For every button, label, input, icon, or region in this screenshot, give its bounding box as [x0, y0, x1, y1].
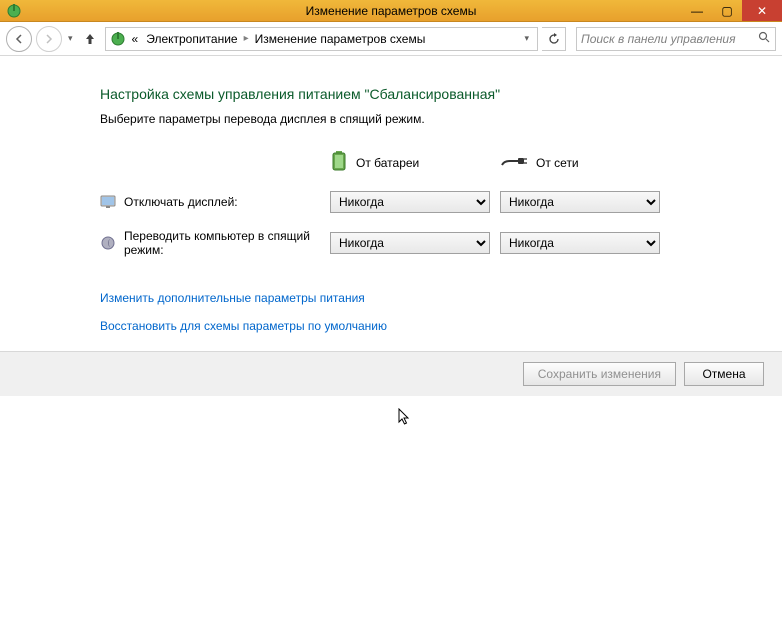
power-options-icon [110, 31, 126, 47]
row-display-off: Отключать дисплей: [100, 194, 320, 210]
column-header-plugged: От сети [500, 154, 660, 171]
column-header-battery-label: От батареи [356, 156, 419, 170]
toolbar: ▾ « Электропитание ▸ Изменение параметро… [0, 22, 782, 56]
search-input[interactable]: Поиск в панели управления [576, 27, 776, 51]
display-off-plugged-select[interactable]: Никогда [500, 191, 660, 213]
power-settings-table: От батареи От сети От [100, 150, 762, 257]
sleep-battery-select[interactable]: Никогда [330, 232, 490, 254]
page-heading: Настройка схемы управления питанием "Сба… [100, 86, 762, 102]
column-header-plugged-label: От сети [536, 156, 579, 170]
minimize-button[interactable]: — [682, 0, 712, 21]
chevron-right-icon: ▸ [244, 33, 249, 44]
nav-up-button[interactable] [79, 28, 101, 50]
sleep-plugged-select[interactable]: Никогда [500, 232, 660, 254]
breadcrumb-item-power[interactable]: Электропитание [144, 32, 239, 46]
app-icon [6, 3, 22, 19]
titlebar: Изменение параметров схемы — ▢ ✕ [0, 0, 782, 22]
save-button[interactable]: Сохранить изменения [523, 362, 676, 386]
breadcrumb-dropdown-icon[interactable]: ▾ [520, 33, 533, 44]
search-icon [758, 31, 771, 47]
button-bar: Сохранить изменения Отмена [0, 351, 782, 396]
search-placeholder: Поиск в панели управления [581, 32, 736, 46]
nav-history-dropdown[interactable]: ▾ [66, 33, 75, 44]
advanced-power-link[interactable]: Изменить дополнительные параметры питани… [100, 291, 762, 305]
battery-icon [330, 150, 348, 175]
nav-forward-button[interactable] [36, 26, 62, 52]
window-controls: — ▢ ✕ [682, 0, 782, 21]
page-subtext: Выберите параметры перевода дисплея в сп… [100, 112, 762, 126]
moon-icon [100, 235, 116, 251]
restore-defaults-link[interactable]: Восстановить для схемы параметры по умол… [100, 319, 762, 333]
refresh-button[interactable] [542, 27, 566, 51]
breadcrumb-item-edit-plan[interactable]: Изменение параметров схемы [253, 32, 428, 46]
cancel-button[interactable]: Отмена [684, 362, 764, 386]
nav-back-button[interactable] [6, 26, 32, 52]
breadcrumb[interactable]: « Электропитание ▸ Изменение параметров … [105, 27, 538, 51]
row-sleep: Переводить компьютер в спящий режим: [100, 229, 320, 257]
row-display-off-label: Отключать дисплей: [124, 195, 238, 209]
links-section: Изменить дополнительные параметры питани… [100, 291, 762, 333]
column-header-battery: От батареи [330, 150, 490, 175]
monitor-icon [100, 194, 116, 210]
row-sleep-label: Переводить компьютер в спящий режим: [124, 229, 320, 257]
maximize-button[interactable]: ▢ [712, 0, 742, 21]
window-title: Изменение параметров схемы [0, 4, 782, 18]
plug-icon [500, 154, 528, 171]
close-button[interactable]: ✕ [742, 0, 782, 21]
breadcrumb-root-marker: « [130, 32, 141, 46]
display-off-battery-select[interactable]: Никогда [330, 191, 490, 213]
content-area: Настройка схемы управления питанием "Сба… [0, 56, 782, 416]
